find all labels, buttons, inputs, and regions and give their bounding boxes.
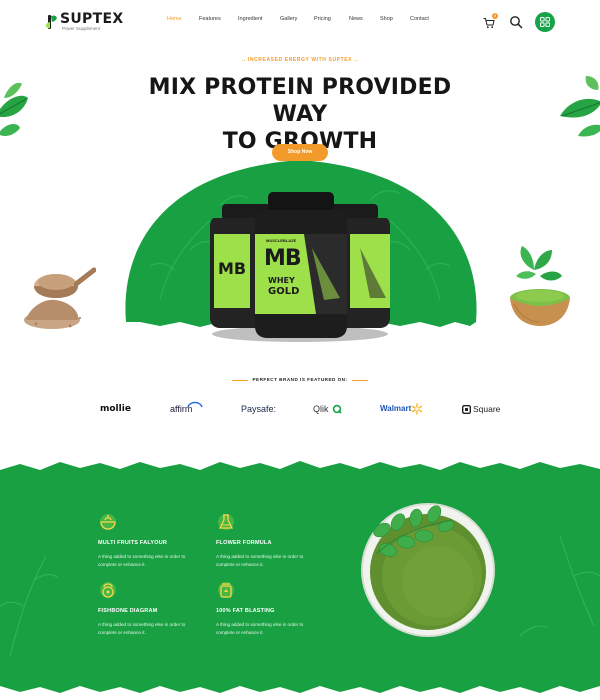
brand-logo-paysafe[interactable]: Paysafe:: [241, 402, 276, 416]
walmart-spark-icon: [411, 403, 423, 415]
brand-logo-square[interactable]: Square: [462, 402, 500, 416]
feature-item: FISHBONE DIAGRAM A thing added to someth…: [98, 580, 208, 640]
feature-description: A thing added to something else in order…: [98, 622, 186, 635]
bowl-icon: [100, 514, 116, 530]
feature-title: MULTI FRUITS FALYOUR: [98, 540, 168, 546]
feature-title: FLOWER FORMULA: [216, 540, 272, 546]
brand-logo-qlik-text: Qlik: [313, 404, 329, 414]
featured-label: PERFECT BRAND IS FEATURED ON:: [252, 377, 348, 382]
kettlebell-icon: [100, 582, 116, 598]
features-green-band: [0, 461, 600, 693]
flask-icon: [218, 514, 234, 530]
brand-logo-affirm[interactable]: affirm: [170, 401, 203, 416]
featured-line-right: [352, 380, 368, 381]
product-logo: MB: [264, 246, 302, 271]
svg-text:MB: MB: [218, 259, 246, 278]
brand-logo-walmart-text: Walmart: [380, 404, 412, 413]
brand-logo-paysafe-text: Paysafe:: [241, 404, 277, 414]
feature-item: FLOWER FORMULA A thing added to somethin…: [216, 512, 326, 572]
feature-title: 100% FAT BLASTING: [216, 608, 275, 614]
feature-item: MULTI FRUITS FALYOUR A thing added to so…: [98, 512, 208, 572]
feature-description: A thing added to something else in order…: [98, 554, 186, 567]
qlik-q-icon: [332, 404, 342, 414]
brand-logo-square-text: Square: [473, 404, 501, 414]
product-brand-small: MUSCLEBLAZE: [266, 238, 297, 243]
brand-logo-qlik[interactable]: Qlik: [313, 402, 342, 416]
square-logo-icon: [462, 405, 471, 414]
brand-logo-mollie-text: mollie: [100, 404, 131, 414]
product-name-line-1: WHEY: [268, 276, 295, 285]
brand-logo-mollie[interactable]: mollie: [100, 402, 131, 416]
matcha-bowl-image: [510, 246, 570, 326]
feature-description: A thing added to something else in order…: [216, 554, 304, 567]
feature-item: 100% FAT BLASTING A thing added to somet…: [216, 580, 326, 640]
brand-logo-walmart[interactable]: Walmart: [380, 402, 423, 416]
moringa-bowl-image: [361, 503, 495, 637]
feature-title: FISHBONE DIAGRAM: [98, 608, 158, 614]
shop-now-button[interactable]: Shop Now: [272, 144, 328, 161]
feature-description: A thing added to something else in order…: [216, 622, 304, 635]
protein-powder-scoop-image: [24, 267, 96, 329]
jar-icon: [218, 582, 234, 598]
affirm-arc-icon: [187, 401, 203, 408]
product-name-line-2: GOLD: [268, 286, 300, 297]
